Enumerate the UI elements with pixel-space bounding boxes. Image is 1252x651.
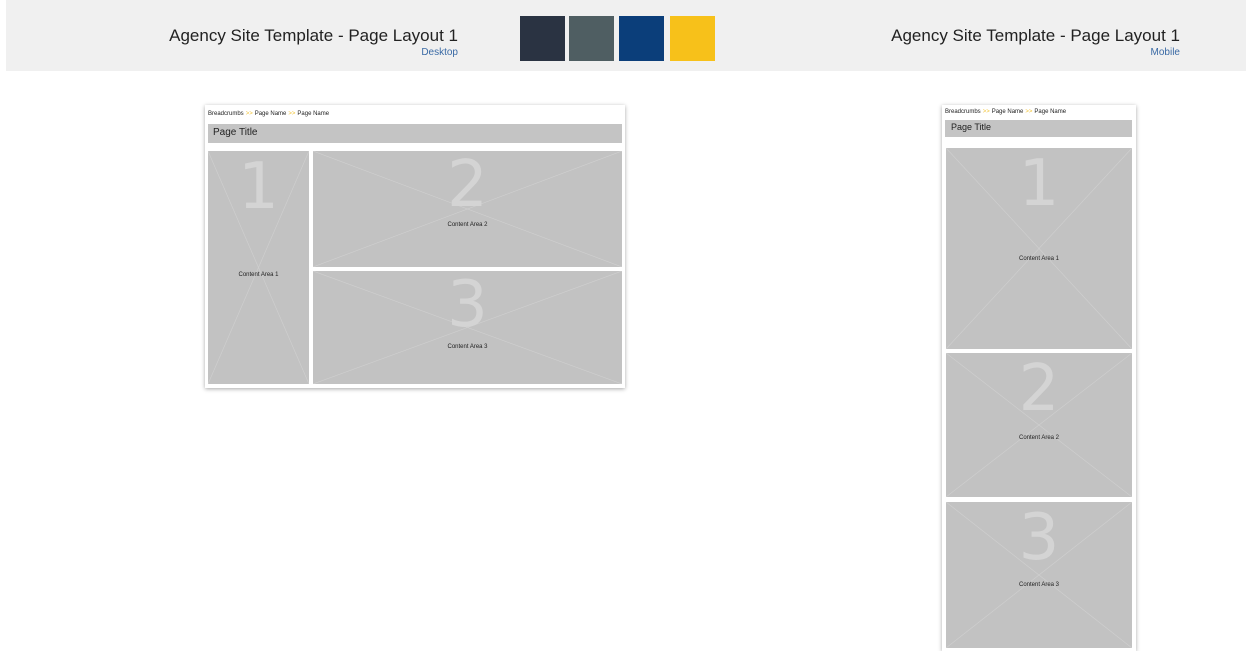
area-number: 1 xyxy=(1018,148,1060,221)
desktop-heading: Agency Site Template - Page Layout 1 Des… xyxy=(150,25,458,59)
page-title: Page Title xyxy=(951,122,992,132)
breadcrumb-item[interactable]: Page Name xyxy=(1034,109,1066,115)
page-title-bar: Page Title xyxy=(945,120,1132,137)
content-area-3: 3 Content Area 3 xyxy=(313,271,622,384)
desktop-mockup: Breadcrumbs >> Page Name >> Page Name Page T… xyxy=(205,105,625,388)
mobile-subtitle: Mobile xyxy=(1150,47,1180,58)
breadcrumb: Breadcrumbs >> Page Name >> Page Name xyxy=(208,111,329,117)
area-number: 1 xyxy=(238,151,279,224)
area-label: Content Area 3 xyxy=(447,344,488,350)
breadcrumb-separator: >> xyxy=(1025,109,1033,115)
desktop-subtitle: Desktop xyxy=(421,47,458,58)
mobile-mockup: Breadcrumbs >> Page Name >> Page Name Page T… xyxy=(942,105,1136,651)
breadcrumb-item[interactable]: Page Name xyxy=(297,111,329,117)
area-label: Content Area 2 xyxy=(447,222,488,228)
content-area-1: 1 Content Area 1 xyxy=(946,148,1132,349)
breadcrumb-separator: >> xyxy=(245,111,253,117)
area-number: 2 xyxy=(447,151,488,222)
area-label: Content Area 1 xyxy=(1018,256,1060,262)
header-bar: Agency Site Template - Page Layout 1 Des… xyxy=(6,0,1246,71)
color-swatch-blue xyxy=(619,16,664,61)
area-number: 3 xyxy=(447,271,488,342)
area-label: Content Area 3 xyxy=(1018,582,1060,588)
color-swatch-navy xyxy=(520,16,565,61)
desktop-title: Agency Site Template - Page Layout 1 xyxy=(169,26,458,45)
content-area-2: 2 Content Area 2 xyxy=(313,151,622,267)
page-title-bar: Page Title xyxy=(208,124,622,143)
content-area-1: 1 Content Area 1 xyxy=(208,151,309,384)
area-number: 3 xyxy=(1018,502,1060,575)
mobile-heading: Agency Site Template - Page Layout 1 Mob… xyxy=(866,25,1180,59)
breadcrumb: Breadcrumbs >> Page Name >> Page Name xyxy=(945,109,1066,115)
breadcrumb-separator: >> xyxy=(288,111,296,117)
page-title: Page Title xyxy=(213,127,258,138)
area-label: Content Area 2 xyxy=(1018,435,1060,441)
mobile-title: Agency Site Template - Page Layout 1 xyxy=(891,26,1180,45)
breadcrumb-item[interactable]: Page Name xyxy=(255,111,287,117)
breadcrumb-separator: >> xyxy=(982,109,990,115)
color-swatch-slate xyxy=(569,16,614,61)
area-number: 2 xyxy=(1018,353,1060,426)
breadcrumb-root[interactable]: Breadcrumbs xyxy=(208,111,244,117)
breadcrumb-root[interactable]: Breadcrumbs xyxy=(945,109,981,115)
area-label: Content Area 1 xyxy=(238,272,279,278)
content-area-2: 2 Content Area 2 xyxy=(946,353,1132,497)
color-swatch-yellow xyxy=(670,16,715,61)
breadcrumb-item[interactable]: Page Name xyxy=(992,109,1024,115)
content-area-3: 3 Content Area 3 xyxy=(946,502,1132,648)
